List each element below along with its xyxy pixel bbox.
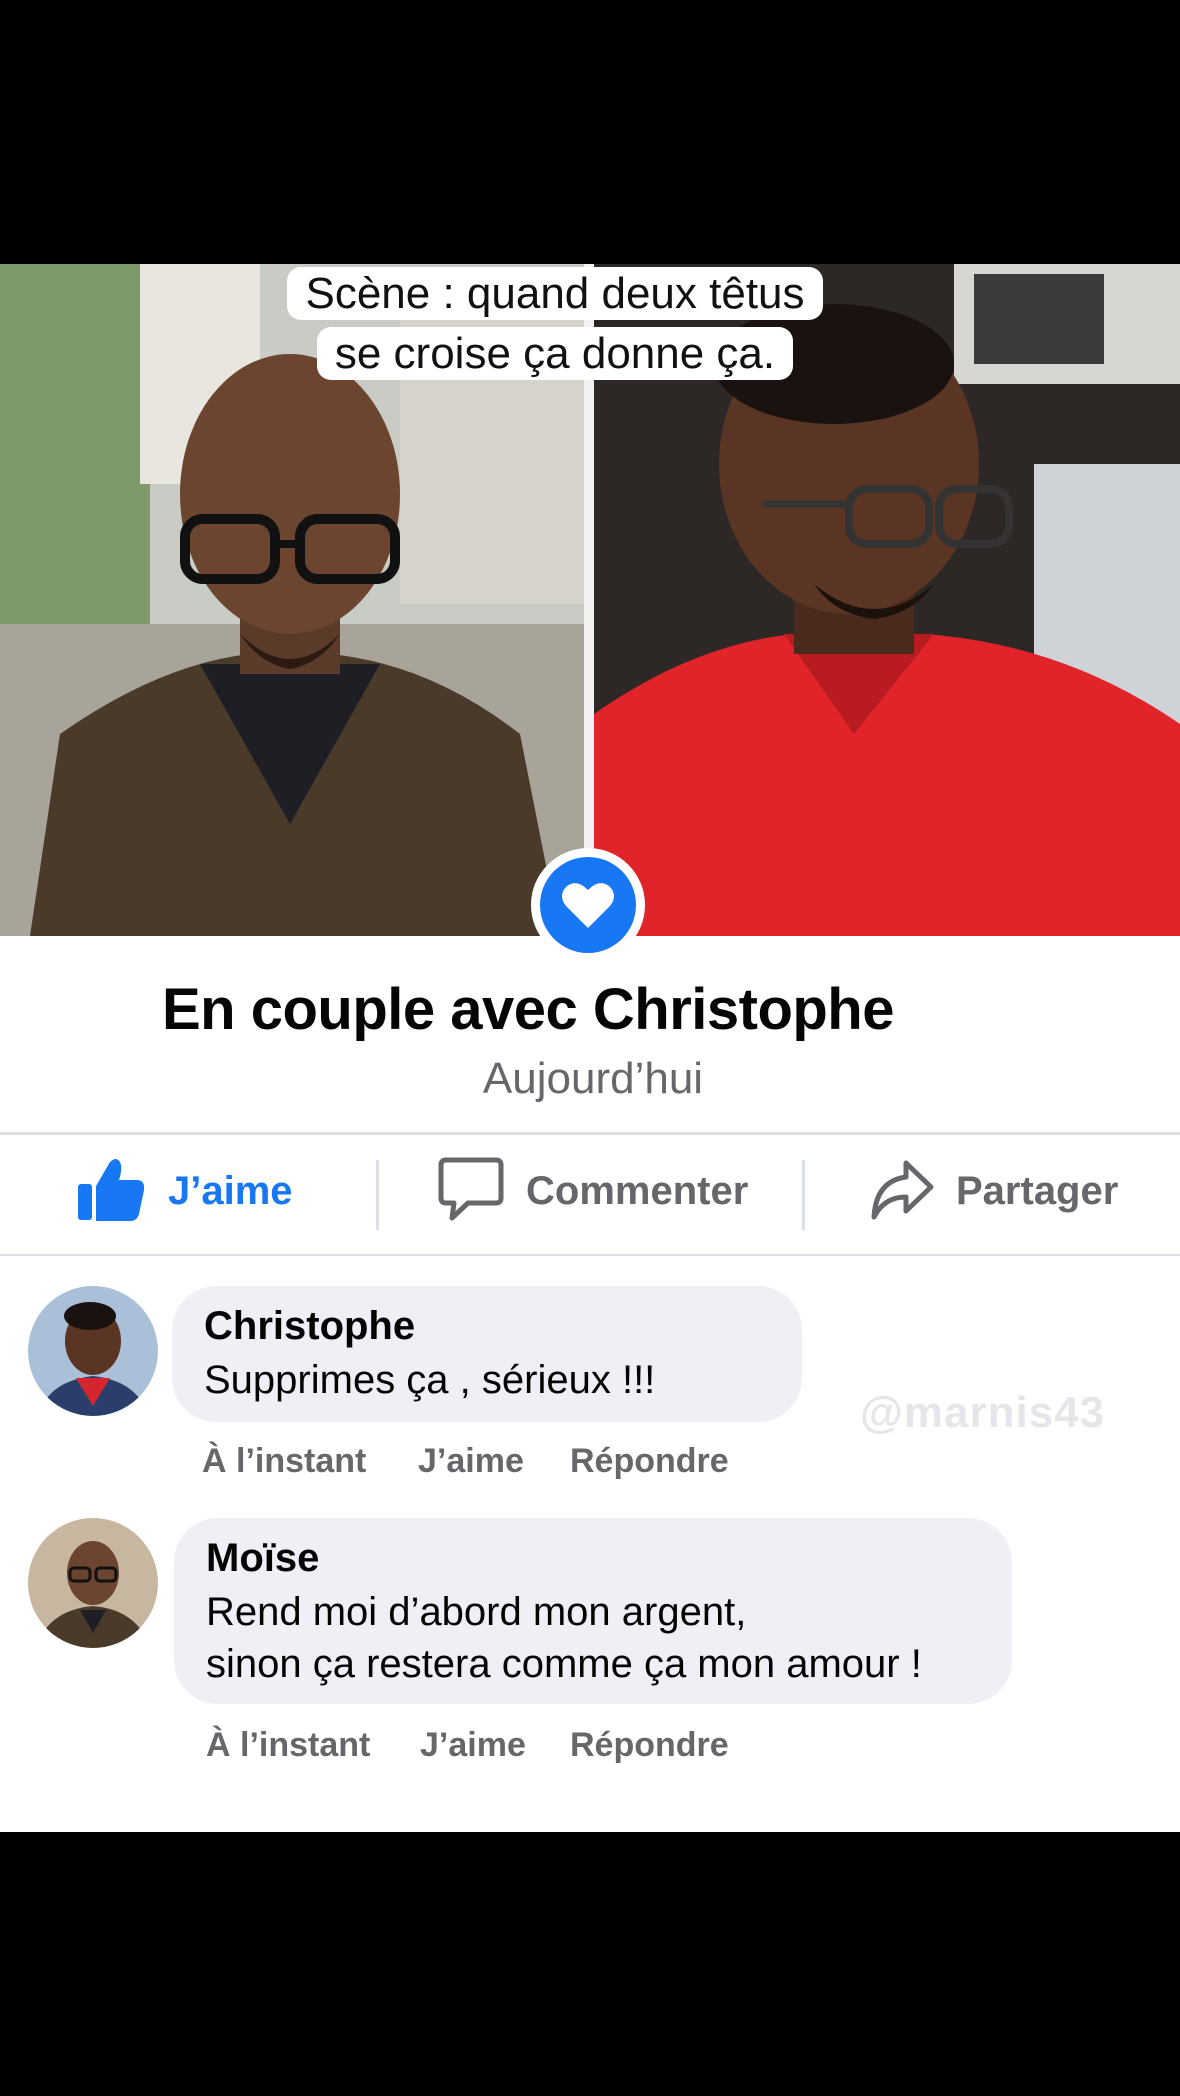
avatar-moise[interactable] — [28, 1518, 158, 1648]
comment-label: Commenter — [526, 1168, 749, 1213]
like-label: J’aime — [168, 1168, 293, 1213]
comment-reply-link[interactable]: Répondre — [570, 1726, 729, 1765]
top-black-bar — [0, 0, 1180, 264]
comment-author[interactable]: Christophe — [204, 1304, 415, 1349]
caption-overlay: Scène : quand deux têtus se croise ça do… — [254, 264, 856, 384]
bottom-black-bar — [0, 1832, 1180, 2096]
comment-bubble-icon — [438, 1154, 504, 1229]
comment-time: À l’instant — [202, 1442, 367, 1480]
comment-like-link[interactable]: J’aime — [420, 1726, 526, 1765]
caption-line-1: Scène : quand deux têtus — [287, 267, 823, 320]
share-arrow-icon — [870, 1157, 934, 1226]
relationship-date: Aujourd’hui — [482, 1054, 704, 1103]
watermark: @marnis43 — [860, 1388, 1106, 1437]
comment-text: Supprimes ça , sérieux !!! — [204, 1358, 656, 1402]
comment-time: À l’instant — [206, 1726, 371, 1764]
heart-icon — [540, 857, 636, 953]
relationship-post-card: En couple avec Christophe Aujourd’hui J’… — [0, 936, 1180, 1832]
comment-reply-link[interactable]: Répondre — [570, 1442, 729, 1481]
comment-author[interactable]: Moïse — [206, 1536, 319, 1581]
thumbs-up-icon — [76, 1154, 146, 1229]
share-label: Partager — [956, 1168, 1119, 1213]
relationship-title: En couple avec Christophe — [161, 977, 895, 1042]
comment-button[interactable]: Commenter — [438, 1156, 748, 1226]
share-button[interactable]: Partager — [870, 1156, 1118, 1226]
avatar-christophe[interactable] — [28, 1286, 158, 1416]
action-separator — [802, 1160, 805, 1230]
caption-line-2: se croise ça donne ça. — [316, 327, 794, 380]
comments-section: Christophe Supprimes ça , sérieux !!! À … — [0, 1256, 1180, 1832]
divider-top — [0, 1132, 1180, 1135]
relationship-badge — [531, 848, 645, 962]
like-button[interactable]: J’aime — [76, 1156, 293, 1226]
comment-like-link[interactable]: J’aime — [418, 1442, 524, 1481]
action-separator — [376, 1160, 379, 1230]
comment-text: Rend moi d’abord mon argent, sinon ça re… — [206, 1590, 922, 1686]
